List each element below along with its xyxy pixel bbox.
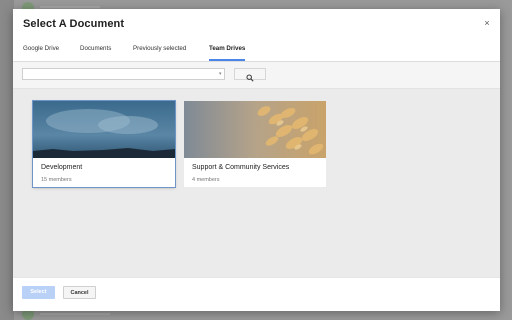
search-icon xyxy=(246,74,254,82)
cancel-button[interactable]: Cancel xyxy=(63,286,96,299)
drive-name: Development xyxy=(41,164,83,171)
dialog-title: Select A Document xyxy=(23,18,125,30)
wheat-thumbnail xyxy=(184,101,326,158)
background-sidebar xyxy=(0,0,14,320)
drive-card-support-community[interactable]: Support & Community Services 4 members xyxy=(184,101,326,187)
tab-previously-selected[interactable]: Previously selected xyxy=(133,43,186,59)
search-button[interactable] xyxy=(234,68,266,82)
close-icon[interactable]: × xyxy=(482,18,492,28)
ocean-sky-image xyxy=(33,101,175,158)
dialog-footer: Select Cancel xyxy=(13,277,500,311)
drive-member-count: 15 members xyxy=(41,177,72,183)
tab-team-drives[interactable]: Team Drives xyxy=(209,43,246,61)
tab-documents[interactable]: Documents xyxy=(80,43,111,59)
background-row xyxy=(40,313,110,315)
tab-google-drive[interactable]: Google Drive xyxy=(23,43,59,59)
search-input[interactable] xyxy=(22,68,225,80)
background-row xyxy=(40,6,100,8)
drive-name: Support & Community Services xyxy=(192,164,290,171)
search-toolbar: ▾ xyxy=(13,62,500,89)
ocean-sky-thumbnail xyxy=(33,101,175,158)
team-drives-grid: Development 15 members Support & Communi… xyxy=(13,89,500,277)
drive-member-count: 4 members xyxy=(192,177,220,183)
tab-bar: Google Drive Documents Previously select… xyxy=(13,41,500,62)
drive-card-development[interactable]: Development 15 members xyxy=(33,101,175,187)
select-document-dialog: Select A Document × Google Drive Documen… xyxy=(13,9,500,311)
select-button[interactable]: Select xyxy=(22,286,55,299)
wheat-image xyxy=(184,101,326,158)
